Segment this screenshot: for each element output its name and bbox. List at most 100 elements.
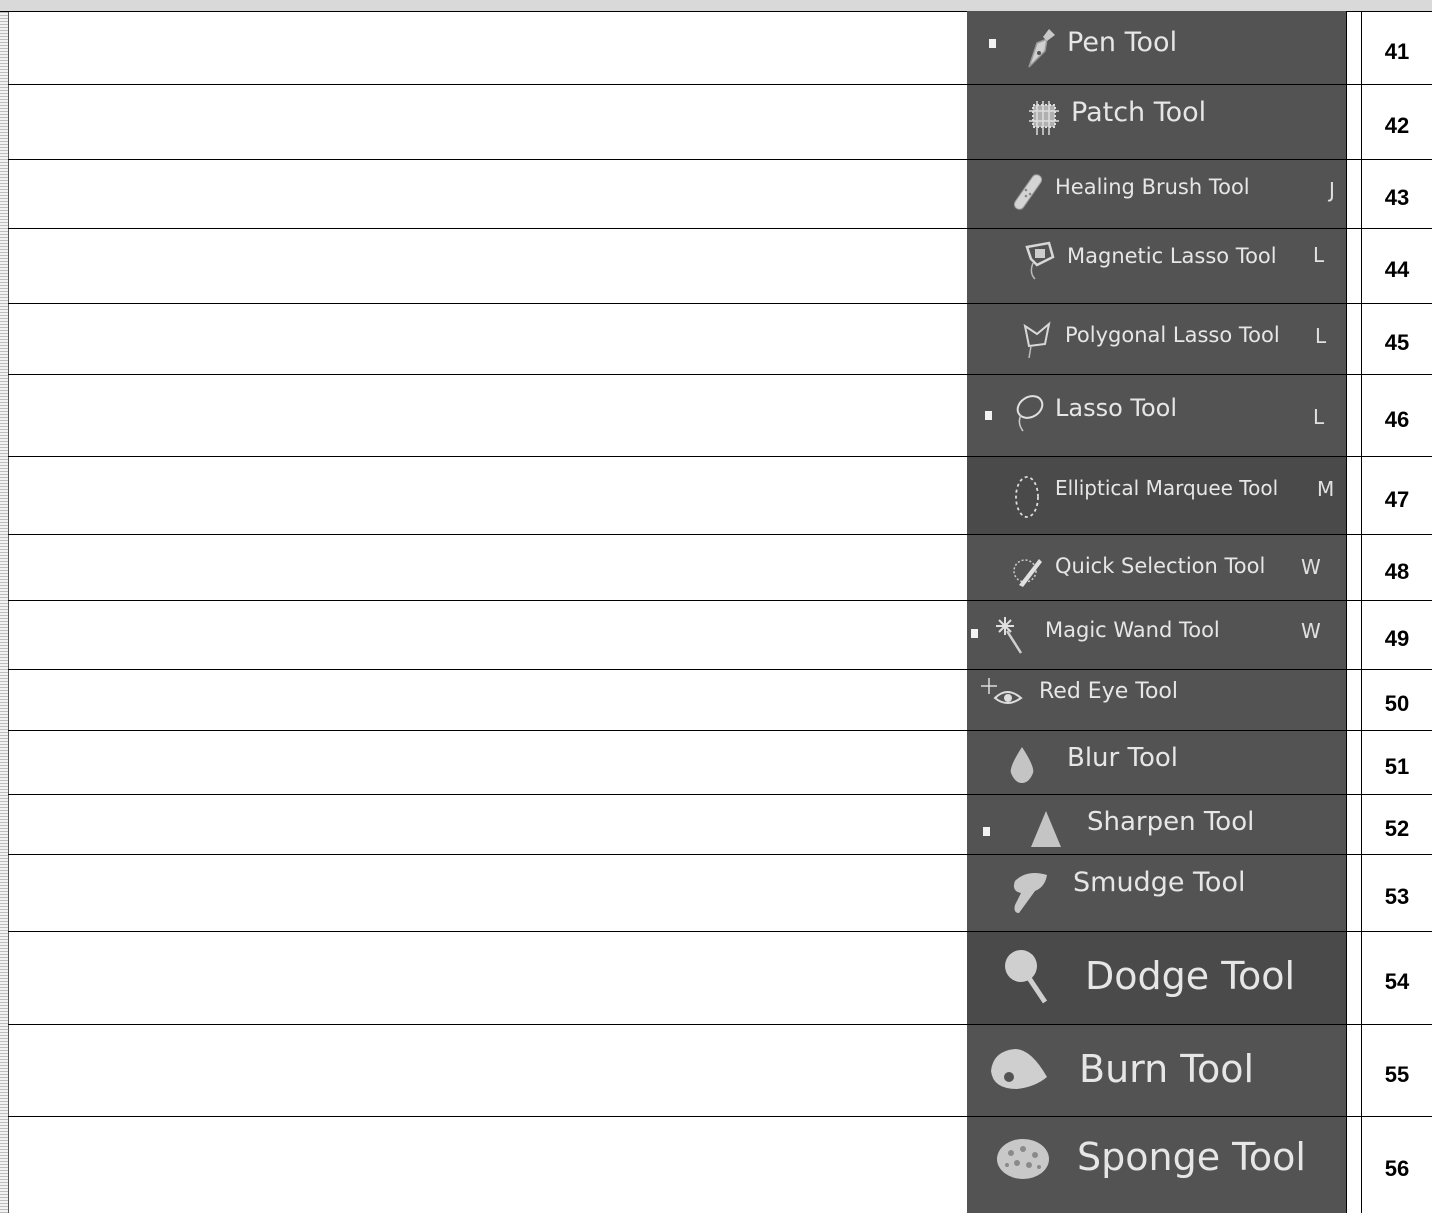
row-number: 42 <box>1384 113 1410 138</box>
red-eye-icon <box>979 674 1029 708</box>
answer-cell[interactable] <box>8 229 968 303</box>
answer-cell[interactable] <box>8 160 968 228</box>
table-row: Dodge Tool 54 <box>8 932 1432 1025</box>
tool-label: Burn Tool <box>1079 1047 1255 1091</box>
answer-cell[interactable] <box>8 304 968 374</box>
blur-icon <box>1005 741 1039 783</box>
tool-image-cell: Quick Selection Tool W <box>967 535 1346 600</box>
shortcut-key: W <box>1301 555 1321 579</box>
tool-table: Pen Tool 41 Patch Tool 42 Healing Brush … <box>8 11 1432 1213</box>
tool-item: Red Eye Tool <box>979 674 1178 708</box>
table-row: Burn Tool 55 <box>8 1025 1432 1117</box>
shortcut-key: W <box>1301 619 1321 643</box>
table-row: Quick Selection Tool W 48 <box>8 535 1432 601</box>
shortcut-key: L <box>1313 405 1325 429</box>
tool-item: Burn Tool <box>987 1037 1254 1101</box>
patch-icon <box>1027 95 1061 135</box>
answer-cell[interactable] <box>8 932 968 1024</box>
row-number: 56 <box>1384 1156 1410 1181</box>
tool-item: Sponge Tool <box>995 1127 1306 1187</box>
tool-image-cell: Sharpen Tool <box>967 795 1346 854</box>
smudge-icon <box>1007 865 1051 913</box>
selected-marker <box>983 827 990 836</box>
tool-image-cell: Elliptical Marquee Tool M <box>967 457 1346 534</box>
tool-item: Patch Tool <box>1027 95 1206 135</box>
tool-image-cell: Red Eye Tool <box>967 670 1346 730</box>
tool-label: Blur Tool <box>1067 743 1178 773</box>
tool-image-cell: Blur Tool <box>967 731 1346 794</box>
row-number: 55 <box>1384 1061 1410 1087</box>
tool-label: Polygonal Lasso Tool <box>1065 323 1280 347</box>
tool-image-cell: Dodge Tool <box>967 932 1346 1024</box>
shortcut-key: L <box>1315 324 1327 348</box>
elliptical-marquee-icon <box>1011 471 1045 518</box>
tool-item: Magic Wand Tool <box>991 613 1220 654</box>
tool-label: Healing Brush Tool <box>1055 175 1250 199</box>
answer-cell[interactable] <box>8 457 968 534</box>
tool-item: Pen Tool <box>1023 25 1178 68</box>
tool-image-cell: Magnetic Lasso Tool L <box>967 229 1346 303</box>
row-number: 51 <box>1384 753 1410 779</box>
shortcut-key: L <box>1313 243 1325 267</box>
table-row: Pen Tool 41 <box>8 11 1432 85</box>
quick-selection-icon <box>1011 549 1045 587</box>
answer-cell[interactable] <box>8 601 968 669</box>
selected-marker <box>989 39 996 48</box>
tool-item: Elliptical Marquee Tool <box>1011 471 1279 518</box>
tool-image-cell: Burn Tool <box>967 1025 1346 1116</box>
answer-cell[interactable] <box>8 670 968 730</box>
selected-marker <box>985 411 992 420</box>
tool-label: Sponge Tool <box>1077 1135 1306 1179</box>
tool-label: Red Eye Tool <box>1039 678 1178 704</box>
selected-marker <box>971 629 978 638</box>
tool-label: Elliptical Marquee Tool <box>1055 476 1279 500</box>
tool-label: Magic Wand Tool <box>1045 618 1220 642</box>
answer-cell[interactable] <box>8 375 968 456</box>
tool-item: Healing Brush Tool <box>1011 170 1250 210</box>
row-number: 49 <box>1384 626 1410 651</box>
tool-label: Dodge Tool <box>1085 954 1296 998</box>
table-row: Magic Wand Tool W 49 <box>8 601 1432 670</box>
answer-cell[interactable] <box>8 85 968 159</box>
row-number: 46 <box>1384 406 1410 432</box>
table-row: Healing Brush Tool J 43 <box>8 160 1432 229</box>
tool-label: Magnetic Lasso Tool <box>1067 244 1277 268</box>
answer-cell[interactable] <box>8 1117 968 1213</box>
tool-label: Pen Tool <box>1067 26 1178 58</box>
row-number: 41 <box>1384 38 1410 64</box>
tool-item: Dodge Tool <box>1001 944 1295 1008</box>
tool-item: Blur Tool <box>1005 741 1178 783</box>
row-number: 44 <box>1384 257 1410 282</box>
row-number: 54 <box>1384 969 1410 994</box>
tool-item: Lasso Tool <box>1011 391 1177 432</box>
tool-image-cell: Polygonal Lasso Tool L <box>967 304 1346 374</box>
row-number: 53 <box>1384 884 1410 909</box>
answer-cell[interactable] <box>8 855 968 931</box>
answer-cell[interactable] <box>8 11 968 84</box>
tool-item: Polygonal Lasso Tool <box>1021 318 1280 359</box>
tool-label: Sharpen Tool <box>1087 807 1255 837</box>
table-row: Blur Tool 51 <box>8 731 1432 795</box>
healing-brush-icon <box>1011 170 1045 210</box>
row-number: 45 <box>1384 330 1410 355</box>
tool-item: Quick Selection Tool <box>1011 549 1265 587</box>
table-row: Polygonal Lasso Tool L 45 <box>8 304 1432 375</box>
answer-cell[interactable] <box>8 795 968 854</box>
sponge-icon <box>995 1127 1051 1187</box>
sharpen-icon <box>1029 805 1063 847</box>
table-row: Sharpen Tool 52 <box>8 795 1432 855</box>
tool-image-cell: Lasso Tool L <box>967 375 1346 456</box>
shortcut-key: M <box>1317 477 1335 501</box>
row-number: 43 <box>1384 185 1410 210</box>
polygonal-lasso-icon <box>1021 318 1055 359</box>
tool-image-cell: Pen Tool <box>967 11 1346 84</box>
magic-wand-icon <box>991 613 1025 654</box>
tool-image-cell: Magic Wand Tool W <box>967 601 1346 669</box>
burn-icon <box>987 1037 1051 1101</box>
dodge-icon <box>1001 944 1053 1008</box>
answer-cell[interactable] <box>8 535 968 600</box>
answer-cell[interactable] <box>8 731 968 794</box>
answer-cell[interactable] <box>8 1025 968 1116</box>
row-number: 52 <box>1384 815 1410 841</box>
tool-image-cell: Healing Brush Tool J <box>967 160 1346 228</box>
